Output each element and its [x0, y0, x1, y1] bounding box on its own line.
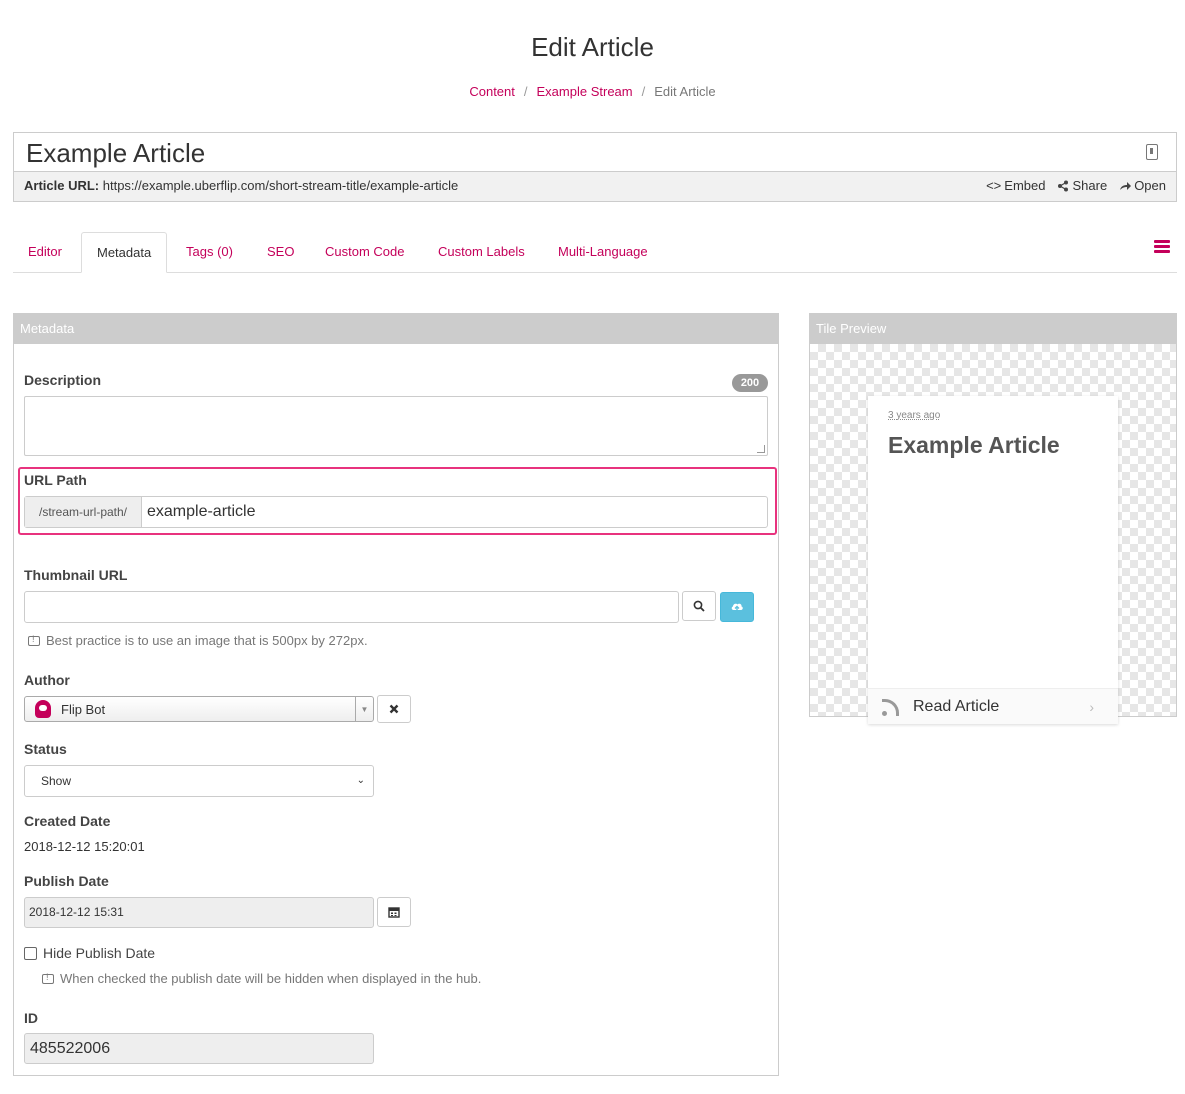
url-path-prefix: /stream-url-path/ [25, 497, 142, 527]
breadcrumb-content[interactable]: Content [469, 84, 515, 99]
status-select[interactable]: Show ⌄ [24, 765, 374, 797]
open-button[interactable]: Open [1119, 178, 1166, 193]
rss-icon [882, 698, 900, 716]
url-path-input-group: /stream-url-path/ example-article [24, 496, 768, 528]
hide-publish-date-label[interactable]: Hide Publish Date [43, 945, 155, 961]
tab-custom-code[interactable]: Custom Code [325, 232, 404, 273]
tab-custom-labels[interactable]: Custom Labels [438, 232, 525, 273]
document-info-icon[interactable] [1146, 144, 1158, 160]
page-title: Edit Article [531, 32, 654, 62]
author-avatar [35, 700, 51, 718]
hide-publish-help-text: When checked the publish date will be hi… [60, 971, 482, 986]
url-path-input[interactable]: example-article [142, 497, 767, 527]
cloud-upload-icon [731, 603, 743, 612]
magnifier-icon [693, 600, 705, 612]
author-select[interactable]: Flip Bot ▼ [24, 696, 374, 722]
calendar-icon [388, 907, 400, 918]
arrow-right-icon [1120, 181, 1132, 190]
thumbnail-help-text: Best practice is to use an image that is… [46, 633, 368, 648]
close-icon [389, 704, 399, 714]
author-name: Flip Bot [61, 701, 106, 717]
thumbnail-upload-button[interactable] [720, 592, 754, 622]
read-article-label: Read Article [913, 697, 1000, 715]
hide-publish-date-checkbox[interactable] [24, 946, 37, 960]
article-title-input[interactable]: Example Article [14, 133, 1176, 172]
tab-bar: Editor Metadata Tags (0) SEO Custom Code… [13, 232, 1177, 273]
tab-tags[interactable]: Tags (0) [186, 232, 233, 273]
code-icon: <> [986, 178, 1002, 193]
article-url-row: Article URL: https://example.uberflip.co… [24, 178, 458, 193]
tile-preview-panel: Tile Preview 3 years ago Example Article… [809, 313, 1177, 724]
chevron-down-icon: ⌄ [356, 775, 365, 786]
thumbnail-url-input[interactable] [24, 591, 679, 623]
metadata-panel: Metadata Description 200 URL Path /strea… [13, 313, 779, 1076]
thumbnail-help: Best practice is to use an image that is… [28, 633, 368, 648]
embed-button[interactable]: <> Embed [986, 178, 1045, 193]
article-url-label: Article URL: [24, 178, 100, 193]
publish-date-label: Publish Date [24, 873, 109, 889]
tile-timestamp: 3 years ago [888, 410, 941, 421]
tab-multi-language[interactable]: Multi-Language [558, 232, 648, 273]
tile-footer[interactable]: Read Article › [868, 688, 1118, 724]
tile-card[interactable]: 3 years ago Example Article Read Article… [868, 396, 1118, 724]
tab-metadata[interactable]: Metadata [81, 232, 168, 273]
status-label: Status [24, 741, 67, 757]
article-url-actions: <> Embed Share Open [986, 178, 1166, 193]
character-count-badge: 200 [732, 374, 768, 392]
tab-seo[interactable]: SEO [267, 232, 294, 273]
share-label: Share [1072, 178, 1108, 193]
embed-label: Embed [1004, 178, 1046, 193]
chevron-down-icon: ▼ [355, 697, 373, 721]
info-comment-icon [42, 972, 54, 984]
hide-publish-date-row: Hide Publish Date [24, 945, 155, 961]
tile-preview-canvas: 3 years ago Example Article Read Article… [810, 344, 1176, 724]
chevron-right-icon: › [1089, 698, 1094, 715]
breadcrumb-current: Edit Article [654, 84, 716, 99]
open-label: Open [1134, 178, 1166, 193]
share-button[interactable]: Share [1057, 178, 1107, 193]
article-title-box: Example Article Article URL: https://exa… [13, 132, 1177, 202]
id-label: ID [24, 1010, 38, 1026]
id-input: 485522006 [24, 1033, 374, 1064]
info-comment-icon [28, 634, 40, 646]
article-url-value: https://example.uberflip.com/short-strea… [102, 178, 459, 193]
url-path-label: URL Path [24, 472, 87, 488]
resize-handle[interactable] [757, 445, 765, 453]
status-value: Show [41, 774, 72, 788]
metadata-panel-heading: Metadata [14, 314, 778, 344]
description-label: Description [24, 372, 102, 388]
created-date-value: 2018-12-12 15:20:01 [24, 839, 145, 854]
breadcrumb-separator: / [641, 84, 646, 99]
hide-publish-help: When checked the publish date will be hi… [42, 971, 481, 986]
author-label: Author [24, 672, 70, 688]
thumbnail-search-button[interactable] [682, 591, 716, 621]
calendar-button[interactable] [377, 897, 411, 927]
breadcrumb: Content / Example Stream / Edit Article [0, 84, 1185, 99]
tile-preview-heading: Tile Preview [810, 314, 1176, 344]
clear-author-button[interactable] [377, 695, 411, 723]
thumbnail-url-label: Thumbnail URL [24, 567, 128, 583]
publish-date-input[interactable]: 2018-12-12 15:31 [24, 897, 374, 928]
hamburger-icon[interactable] [1154, 240, 1170, 254]
created-date-label: Created Date [24, 813, 111, 829]
article-title-text: Example Article [26, 138, 206, 168]
share-icon [1058, 180, 1069, 191]
tile-title: Example Article [888, 432, 1060, 458]
breadcrumb-stream[interactable]: Example Stream [537, 84, 633, 99]
tab-editor[interactable]: Editor [28, 232, 62, 273]
breadcrumb-separator: / [523, 84, 528, 99]
description-textarea[interactable] [24, 396, 768, 456]
